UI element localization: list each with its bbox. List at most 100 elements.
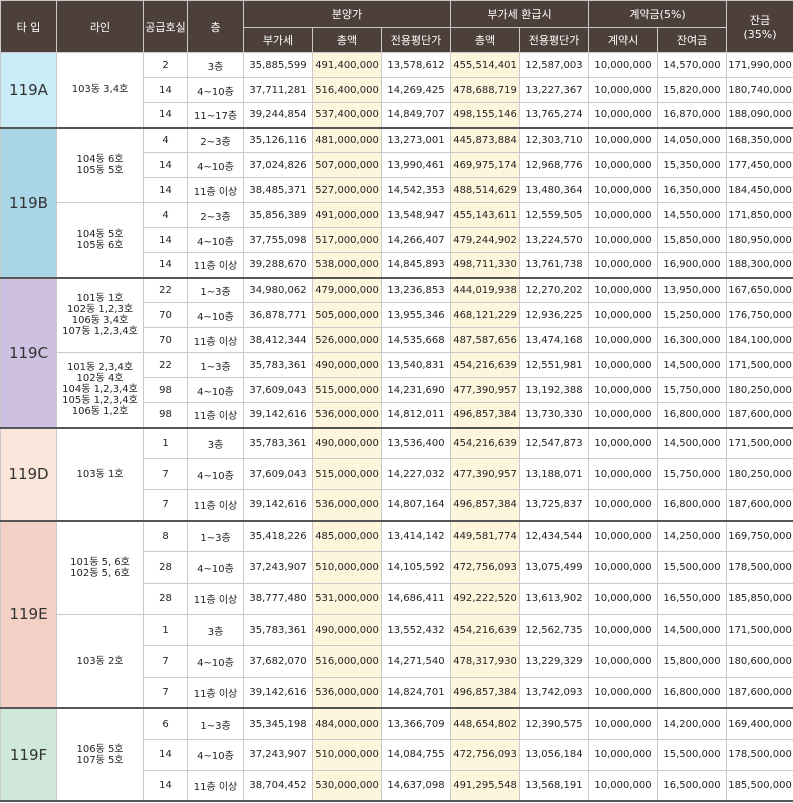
floor-cell: 11~17층: [187, 102, 244, 129]
header-contract: 계약금(5%): [588, 0, 728, 28]
price-table: 타 입 라인 공급호실 층 분양가 부가세 환급시 계약금(5%) 잔금 (35%…: [0, 0, 793, 803]
header-per-pyeong: 전용평단가: [380, 27, 452, 53]
supply-cell: 7: [143, 489, 188, 522]
balance-cell: 168,350,000: [726, 127, 793, 153]
refund-per-pyeong-cell: 12,390,575: [519, 707, 590, 740]
refund-total-cell: 454,216,639: [450, 352, 521, 378]
floor-cell: 4~10층: [187, 458, 244, 490]
type-cell: 119E: [0, 520, 57, 710]
balance-cell: 180,250,000: [726, 458, 793, 490]
contract-at-cell: 10,000,000: [588, 277, 659, 303]
type-cell: 119D: [0, 427, 57, 522]
vat-cell: 38,485,371: [243, 177, 313, 203]
refund-total-cell: 455,514,401: [450, 52, 521, 78]
line-cell: 103동 2호: [56, 613, 144, 710]
table-row: 104동 5호 105동 6호 4 2~3층 35,856,389 491,000,000…: [1, 202, 793, 279]
remaining-cell: 14,500,000: [657, 613, 728, 647]
contract-at-cell: 10,000,000: [588, 102, 659, 129]
floor-cell: 2~3층: [187, 127, 244, 153]
contract-at-cell: 10,000,000: [588, 202, 659, 228]
refund-per-pyeong-cell: 13,730,330: [519, 402, 590, 429]
total-cell: 516,400,000: [312, 77, 382, 103]
vat-cell: 35,856,389: [243, 202, 313, 228]
floor-cell: 1~3층: [187, 277, 244, 303]
per-pyeong-cell: 14,542,353: [380, 177, 452, 203]
floor-cell: 4~10층: [187, 645, 244, 678]
refund-total-cell: 472,756,093: [450, 738, 521, 771]
floor-cell: 3층: [187, 427, 244, 459]
contract-at-cell: 10,000,000: [588, 458, 659, 490]
supply-cell: 28: [143, 551, 188, 584]
refund-per-pyeong-cell: 13,056,184: [519, 738, 590, 771]
per-pyeong-cell: 14,084,755: [380, 738, 452, 771]
vat-cell: 37,609,043: [243, 377, 313, 403]
contract-at-cell: 10,000,000: [588, 352, 659, 378]
table-row: 119A 103동 3,4호 2 3층 35,885,599 491,400,000 13,…: [0, 52, 793, 129]
table-row: 119E 101동 5, 6호 102동 5, 6호 8 1~3층 35,418,226 4…: [0, 519, 793, 710]
supply-cell: 7: [143, 458, 188, 490]
vat-cell: 36,878,771: [243, 302, 313, 328]
supply-cell: 14: [143, 102, 188, 129]
vat-cell: 38,777,480: [243, 582, 313, 615]
floor-cell: 4~10층: [187, 302, 244, 328]
refund-per-pyeong-cell: 13,765,274: [519, 102, 590, 129]
total-cell: 479,000,000: [312, 277, 382, 303]
line-cell: 106동 5호 107동 5호: [56, 707, 144, 803]
per-pyeong-cell: 13,536,400: [380, 427, 452, 459]
refund-total-cell: 498,155,146: [450, 102, 521, 129]
header-balance-pct: (35%): [743, 28, 777, 41]
contract-at-cell: 10,000,000: [588, 377, 659, 403]
supply-cell: 7: [143, 676, 188, 710]
refund-per-pyeong-cell: 12,547,873: [519, 427, 590, 459]
floor-cell: 11층 이상: [187, 582, 244, 615]
supply-cell: 8: [143, 519, 188, 553]
supply-cell: 14: [143, 177, 188, 203]
total-cell: 505,000,000: [312, 302, 382, 328]
refund-total-cell: 496,857,384: [450, 489, 521, 522]
contract-at-cell: 10,000,000: [588, 427, 659, 459]
vat-cell: 37,682,070: [243, 645, 313, 678]
balance-cell: 180,600,000: [726, 645, 793, 678]
per-pyeong-cell: 14,637,098: [380, 769, 452, 803]
refund-per-pyeong-cell: 12,968,776: [519, 152, 590, 178]
refund-per-pyeong-cell: 13,725,837: [519, 489, 590, 522]
remaining-cell: 15,850,000: [657, 227, 728, 253]
contract-at-cell: 10,000,000: [588, 738, 659, 771]
per-pyeong-cell: 14,845,893: [380, 252, 452, 279]
remaining-cell: 14,250,000: [657, 519, 728, 553]
refund-total-cell: 478,317,930: [450, 645, 521, 678]
refund-per-pyeong-cell: 13,224,570: [519, 227, 590, 253]
remaining-cell: 16,500,000: [657, 769, 728, 803]
remaining-cell: 16,550,000: [657, 582, 728, 615]
total-cell: 536,000,000: [312, 489, 382, 522]
per-pyeong-cell: 14,686,411: [380, 582, 452, 615]
contract-at-cell: 10,000,000: [588, 582, 659, 615]
balance-cell: 171,500,000: [726, 352, 793, 378]
vat-cell: 37,755,098: [243, 227, 313, 253]
total-cell: 517,000,000: [312, 227, 382, 253]
balance-cell: 180,250,000: [726, 377, 793, 403]
refund-per-pyeong-cell: 13,227,367: [519, 77, 590, 103]
refund-total-cell: 477,390,957: [450, 458, 521, 490]
floor-cell: 11층 이상: [187, 252, 244, 279]
floor-cell: 4~10층: [187, 227, 244, 253]
refund-per-pyeong-cell: 13,480,364: [519, 177, 590, 203]
refund-per-pyeong-cell: 13,613,902: [519, 582, 590, 615]
balance-cell: 187,600,000: [726, 676, 793, 710]
per-pyeong-cell: 14,269,425: [380, 77, 452, 103]
contract-at-cell: 10,000,000: [588, 551, 659, 584]
supply-cell: 14: [143, 252, 188, 279]
refund-total-cell: 444,019,938: [450, 277, 521, 303]
remaining-cell: 14,200,000: [657, 707, 728, 740]
balance-cell: 180,950,000: [726, 227, 793, 253]
balance-cell: 169,400,000: [726, 707, 793, 740]
supply-cell: 14: [143, 227, 188, 253]
floor-cell: 3층: [187, 52, 244, 78]
floor-cell: 11층 이상: [187, 402, 244, 429]
floor-cell: 11층 이상: [187, 676, 244, 710]
total-cell: 484,000,000: [312, 707, 382, 740]
header-contract-at: 계약시: [588, 27, 659, 53]
per-pyeong-cell: 13,578,612: [380, 52, 452, 78]
contract-at-cell: 10,000,000: [588, 519, 659, 553]
refund-total-cell: 472,756,093: [450, 551, 521, 584]
